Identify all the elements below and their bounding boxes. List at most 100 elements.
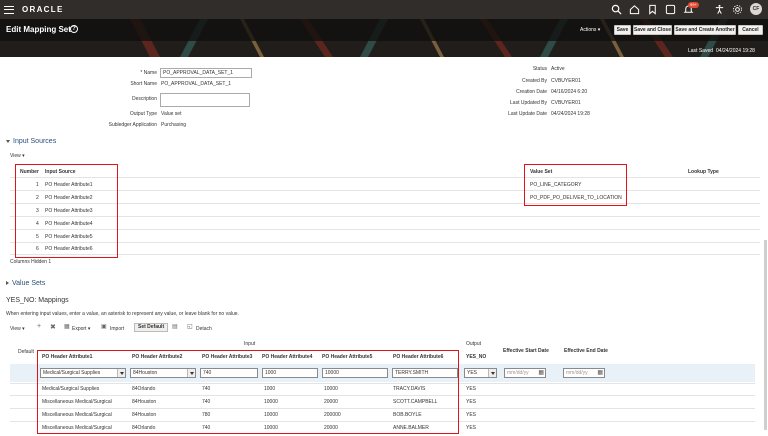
subledger-application-label: Subledger Application (108, 122, 157, 128)
last-saved-label: Last Saved (688, 48, 714, 54)
apps-icon[interactable] (665, 4, 676, 15)
last-updated-by-label: Last Updated By (510, 100, 547, 106)
delete-row-icon[interactable]: ✖ (50, 323, 56, 331)
notification-badge: 99+ (688, 1, 699, 8)
collapse-icon (6, 139, 10, 143)
calendar-icon[interactable]: ▦ (538, 369, 544, 377)
global-header: ORACLE 99+ CF (0, 0, 768, 19)
status-label: Status (532, 66, 547, 72)
group-output: Output (466, 341, 482, 347)
detach-icon: ◱ (187, 324, 193, 330)
short-name-value: PO_APPROVAL_DATA_SET_1 (161, 81, 232, 87)
help-icon[interactable]: ? (70, 25, 78, 33)
page-header: Edit Mapping Set ? Actions ▾ Save Save a… (0, 19, 768, 57)
export-menu[interactable]: Export ▾ (72, 326, 90, 332)
export-icon: ▦ (64, 324, 70, 330)
input-sources-view-menu[interactable]: View (10, 153, 25, 159)
columns-hidden-label: Columns Hidden (10, 259, 47, 265)
divider (10, 242, 760, 243)
end-date-placeholder: mm/dd/yy (566, 370, 588, 376)
divider (10, 229, 760, 230)
freeze-icon[interactable]: ▤ (172, 323, 178, 330)
created-by-value: CVBUYER01 (551, 78, 581, 84)
start-date-placeholder: mm/dd/yy (507, 370, 529, 376)
home-icon[interactable] (629, 4, 640, 15)
set-default-button[interactable]: Set Default (134, 323, 169, 332)
save-and-create-another-button[interactable]: Save and Create Another (674, 25, 736, 35)
settings-icon[interactable] (732, 4, 743, 15)
mappings-title: YES_NO: Mappings (6, 297, 69, 304)
detach-button[interactable]: Detach (196, 326, 212, 332)
name-input[interactable]: PO_APPROVAL_DATA_SET_1 (160, 68, 252, 78)
last-saved: Last Saved 04/24/2024 19:28 (688, 48, 755, 54)
last-update-date-label: Last Update Date (508, 111, 547, 117)
menu-icon[interactable] (4, 5, 14, 14)
import-button[interactable]: Import (110, 326, 124, 332)
status-value: Active (551, 66, 565, 72)
col-effective-start: Effective Start Date (503, 348, 549, 354)
save-and-close-button[interactable]: Save and Close (633, 25, 672, 35)
export-label: Export (72, 326, 87, 332)
actions-menu[interactable]: Actions ▾ (580, 27, 600, 33)
divider (10, 216, 760, 217)
created-by-label: Created By (521, 78, 547, 84)
header-icons: 99+ CF (611, 1, 762, 15)
short-name-label: Short Name (130, 81, 157, 87)
import-icon: ▣ (101, 324, 107, 330)
description-textarea[interactable] (160, 93, 250, 107)
creation-date-value: 04/16/2024 6:20 (551, 89, 588, 95)
input-sources-title: Input Sources (13, 138, 57, 145)
divider (10, 190, 760, 191)
oracle-logo[interactable]: ORACLE (22, 5, 64, 14)
output-value: YES (467, 370, 478, 376)
creation-date-label: Creation Date (516, 89, 547, 95)
last-updated-by-value: CVBUYER01 (551, 100, 581, 106)
table-row-cell: YES (466, 425, 477, 431)
add-row-icon[interactable]: + (37, 323, 41, 330)
output-type-label: Output Type (129, 111, 157, 117)
last-saved-value: 04/24/2024 19:28 (716, 48, 755, 54)
mappings-view-menu[interactable]: View (10, 326, 25, 332)
divider (10, 254, 760, 255)
accessibility-icon[interactable] (714, 4, 725, 15)
col-yes-no: YES_NO (466, 354, 487, 360)
output-select[interactable]: YES (464, 368, 497, 378)
last-update-date-value: 04/24/2024 19:28 (551, 111, 590, 117)
highlight-input-source (15, 164, 118, 258)
name-label: Name (110, 70, 157, 76)
input-sources-header[interactable]: Input Sources (6, 138, 56, 145)
save-button[interactable]: Save (614, 25, 631, 35)
subledger-application-value: Purchasing (161, 122, 187, 128)
col-effective-end: Effective End Date (564, 348, 608, 354)
columns-hidden-value: 1 (48, 259, 52, 265)
col-default: Default (18, 349, 34, 355)
notifications-icon[interactable]: 99+ (683, 1, 699, 15)
calendar-icon[interactable]: ▦ (597, 369, 603, 377)
divider (10, 203, 760, 204)
divider (10, 177, 760, 178)
highlight-mapping-inputs (37, 350, 459, 434)
columns-hidden: Columns Hidden 1 (10, 259, 51, 265)
search-icon[interactable] (611, 4, 622, 15)
cancel-button[interactable]: Cancel (738, 25, 763, 35)
effective-start-input[interactable]: mm/dd/yy ▦ (504, 368, 546, 378)
group-input: Input (244, 341, 256, 347)
page-title: Edit Mapping Set (6, 25, 71, 34)
actions-label: Actions (580, 27, 597, 33)
col-lookup-type: Lookup Type (688, 169, 719, 175)
value-sets-title: Value Sets (12, 280, 46, 287)
value-sets-header[interactable]: Value Sets (6, 280, 45, 287)
table-row-cell: YES (466, 412, 477, 418)
dropdown-icon[interactable] (488, 369, 496, 377)
user-avatar[interactable]: CF (750, 3, 762, 15)
vertical-scrollbar[interactable] (764, 240, 767, 430)
expand-icon (6, 281, 9, 286)
favorites-icon[interactable] (647, 4, 658, 15)
highlight-value-set (524, 164, 627, 206)
mappings-instructions: When entering input values, enter a valu… (6, 311, 239, 317)
description-label: Description (131, 96, 157, 102)
output-type-value: Value set (161, 111, 182, 117)
table-row-cell: YES (466, 399, 477, 405)
effective-end-input[interactable]: mm/dd/yy ▦ (563, 368, 605, 378)
